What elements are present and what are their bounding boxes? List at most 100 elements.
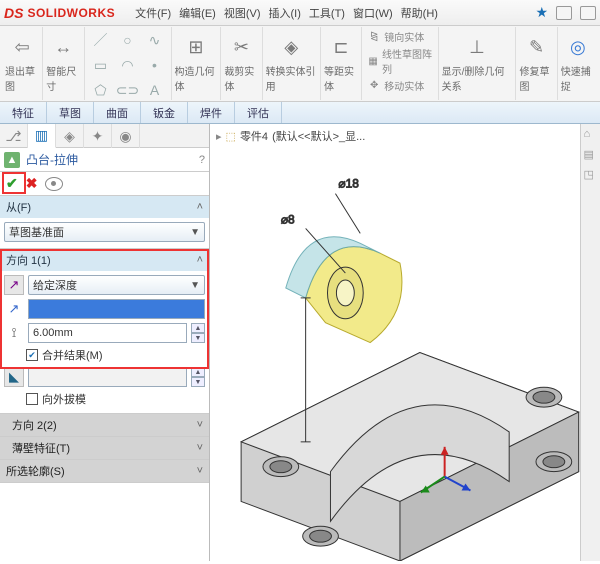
ribbon-sketch-tools: ／ ○ ∿ ▭ ◠ • ⬠ ⊂⊃ A: [85, 27, 172, 100]
menu-file[interactable]: 文件(F): [135, 5, 171, 21]
ribbon-offset[interactable]: ⊏ 等距实体: [321, 27, 362, 100]
merge-result-checkbox[interactable]: ✔ 合并结果(M): [4, 347, 205, 363]
depth-field[interactable]: 6.00mm: [28, 323, 187, 343]
convert-icon: ◈: [278, 35, 304, 61]
chevron-down-icon: ˅: [197, 465, 203, 477]
checkbox-checked-icon: ✔: [26, 349, 38, 361]
snap-icon: ◎: [565, 35, 591, 61]
win-button-1[interactable]: [556, 6, 572, 20]
help-icon[interactable]: ?: [199, 154, 205, 166]
feature-name: 凸台-拉伸: [26, 151, 193, 168]
arc-tool-icon[interactable]: ◠: [115, 53, 141, 77]
pattern-icon: ▦: [367, 54, 379, 68]
breadcrumb-arrow-icon: ▸: [216, 130, 222, 143]
line-tool-icon[interactable]: ／: [88, 28, 114, 52]
relations-label: 显示/删除几何关系: [442, 63, 513, 93]
ribbon-exit-sketch[interactable]: ⇦ 退出草图: [2, 27, 43, 100]
draft-outward-checkbox[interactable]: 向外拔模: [4, 391, 205, 407]
dir2-header[interactable]: 方向 2(2)˅: [0, 414, 209, 436]
win-button-2[interactable]: [580, 6, 596, 20]
ribbon-quick-snap[interactable]: ◎ 快速捕捉: [558, 27, 598, 100]
mirror-icon: ⧎: [367, 30, 381, 44]
offset-icon: ⊏: [328, 35, 354, 61]
mirror-entity[interactable]: ⧎镜向实体: [367, 29, 424, 44]
rect-tool-icon[interactable]: ▭: [88, 53, 114, 77]
ds-logo-icon: DS: [4, 5, 23, 21]
from-select[interactable]: 草图基准面▼: [4, 222, 205, 242]
fm-tab-property-icon[interactable]: ▥: [28, 124, 56, 148]
slot-tool-icon[interactable]: ⊂⊃: [115, 78, 141, 102]
taskpane-home-icon[interactable]: ⌂: [584, 128, 598, 142]
ribbon-trim[interactable]: ✂ 裁剪实体: [221, 27, 262, 100]
breadcrumb[interactable]: ▸ ⬚ 零件4 (默认<<默认>_显...: [216, 128, 365, 144]
cancel-button[interactable]: ✖: [26, 175, 38, 192]
ribbon-convert[interactable]: ◈ 转换实体引用: [263, 27, 321, 100]
ribbon-smart-dim[interactable]: ↔ 智能尺寸: [43, 27, 84, 100]
model-body: [241, 353, 579, 562]
tab-evaluate[interactable]: 评估: [235, 102, 282, 123]
ribbon-construct[interactable]: ⊞ 构造几何体: [172, 27, 222, 100]
ribbon-repair[interactable]: ✎ 修复草图: [516, 27, 557, 100]
chevron-down-icon: ˅: [197, 442, 203, 454]
repair-label: 修复草图: [519, 63, 553, 93]
menu-view[interactable]: 视图(V): [224, 5, 261, 21]
fm-tab-tree-icon[interactable]: ⎇: [0, 124, 28, 148]
ok-button[interactable]: ✔: [6, 175, 18, 192]
tab-sketch[interactable]: 草图: [47, 102, 94, 123]
model-view[interactable]: ⌀18 ⌀8: [210, 144, 580, 561]
menu-window[interactable]: 窗口(W): [353, 5, 393, 21]
fm-tab-display-icon[interactable]: ◉: [112, 124, 140, 148]
ribbon-relations[interactable]: ⊥ 显示/删除几何关系: [439, 27, 517, 100]
end-condition-select[interactable]: 给定深度▼: [28, 275, 205, 295]
fm-tab-config-icon[interactable]: ◈: [56, 124, 84, 148]
taskpane-lib-icon[interactable]: ▤: [584, 148, 598, 162]
dir1-header[interactable]: 方向 1(1)˄: [0, 249, 209, 271]
trim-label: 裁剪实体: [224, 63, 258, 93]
draft-icon[interactable]: ◣: [4, 367, 24, 387]
reverse-icon[interactable]: ↗: [4, 299, 24, 319]
tab-weldment[interactable]: 焊件: [188, 102, 235, 123]
title-right-buttons: ★: [535, 4, 596, 21]
point-tool-icon[interactable]: •: [142, 53, 168, 77]
command-tabs: 特征 草图 曲面 钣金 焊件 评估: [0, 102, 600, 124]
preview-toggle[interactable]: [45, 177, 63, 191]
draft-spinner[interactable]: ▲▼: [191, 367, 205, 387]
circle-tool-icon[interactable]: ○: [115, 28, 141, 52]
snap-label: 快速捕捉: [561, 63, 595, 93]
convert-label: 转换实体引用: [266, 63, 317, 93]
menu-edit[interactable]: 编辑(E): [179, 5, 216, 21]
repair-icon: ✎: [524, 35, 550, 61]
polygon-tool-icon[interactable]: ⬠: [88, 78, 114, 102]
depth-icon: ⟟: [4, 323, 24, 343]
depth-spinner[interactable]: ▲▼: [191, 323, 205, 343]
smart-dim-icon: ↔: [50, 35, 76, 61]
linear-pattern[interactable]: ▦线性草图阵列: [367, 46, 432, 76]
direction-icon[interactable]: ↗: [4, 275, 24, 295]
title-bar: DS SOLIDWORKS 文件(F) 编辑(E) 视图(V) 插入(I) 工具…: [0, 0, 600, 26]
menu-tools[interactable]: 工具(T): [309, 5, 345, 21]
text-tool-icon[interactable]: A: [142, 78, 168, 102]
construct-icon: ⊞: [183, 35, 209, 61]
move-entity[interactable]: ✥移动实体: [367, 78, 424, 93]
tab-feature[interactable]: 特征: [0, 102, 47, 123]
pin-icon[interactable]: ★: [535, 4, 548, 21]
fm-tab-dim-icon[interactable]: ✦: [84, 124, 112, 148]
chevron-down-icon: ▼: [190, 280, 200, 291]
breadcrumb-part: 零件4: [240, 128, 268, 144]
selected-contours-header[interactable]: 所选轮廓(S)˅: [0, 460, 209, 482]
tab-surface[interactable]: 曲面: [94, 102, 141, 123]
menu-insert[interactable]: 插入(I): [269, 5, 301, 21]
breadcrumb-config: (默认<<默认>_显...: [272, 128, 365, 144]
exit-sketch-icon: ⇦: [9, 35, 35, 61]
trim-icon: ✂: [228, 35, 254, 61]
spline-tool-icon[interactable]: ∿: [142, 28, 168, 52]
taskpane-view-icon[interactable]: ◳: [584, 168, 598, 182]
thin-header[interactable]: 薄壁特征(T)˅: [0, 437, 209, 459]
tab-sheetmetal[interactable]: 钣金: [141, 102, 188, 123]
graphics-viewport[interactable]: ▸ ⬚ 零件4 (默认<<默认>_显...: [210, 124, 580, 561]
from-header[interactable]: 从(F)˄: [0, 196, 209, 218]
menu-help[interactable]: 帮助(H): [401, 5, 438, 21]
draft-angle-field[interactable]: [28, 367, 187, 387]
direction-reference-field[interactable]: [28, 299, 205, 319]
chevron-up-icon: ˄: [197, 201, 203, 213]
